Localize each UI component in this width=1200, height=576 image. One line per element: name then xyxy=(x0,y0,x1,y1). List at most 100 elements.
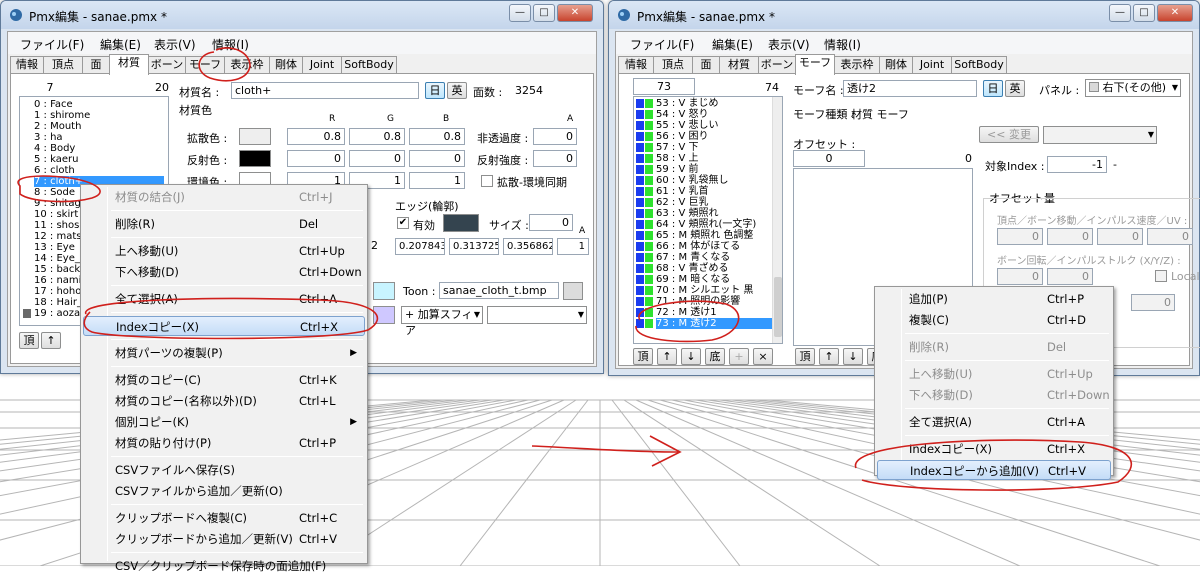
tab-4[interactable]: ボーン xyxy=(148,56,186,74)
menu-item[interactable]: クリップボードから追加／更新(V) Ctrl+V xyxy=(83,529,365,549)
japanese-name-button[interactable]: 日 xyxy=(983,80,1003,97)
menu-item[interactable]: 下へ移動(D) Ctrl+Down xyxy=(877,385,1111,405)
target-index-input[interactable]: -1 xyxy=(1047,156,1107,173)
tab-7[interactable]: 剛体 xyxy=(879,56,913,74)
offset-nav-up-button[interactable]: ↑ xyxy=(819,348,839,365)
menu-item[interactable]: 上へ移動(U) Ctrl+Up xyxy=(877,364,1111,384)
list-item[interactable]: 60 : V 乳袋無し xyxy=(656,175,772,186)
list-item[interactable]: 3 : ha xyxy=(34,132,164,143)
menu-item[interactable]: 全て選択(A) Ctrl+A xyxy=(83,289,365,309)
list-item[interactable]: 59 : V 前 xyxy=(656,164,772,175)
english-name-button[interactable]: 英 xyxy=(1005,80,1025,97)
rotation-x[interactable]: 0 xyxy=(997,268,1043,285)
offset-nav-down-button[interactable]: ↓ xyxy=(843,348,863,365)
local-checkbox[interactable] xyxy=(1155,270,1167,282)
menu-item[interactable]: Indexコピーから追加(V) Ctrl+V xyxy=(877,460,1111,480)
change-type-button[interactable]: << 変更 xyxy=(979,126,1039,143)
list-scrollbar[interactable] xyxy=(772,97,782,343)
list-item[interactable]: 53 : V まじめ xyxy=(656,98,772,109)
menu-item[interactable]: 材質の貼り付け(P) Ctrl+P xyxy=(83,433,365,453)
tab-7[interactable]: 剛体 xyxy=(269,56,303,74)
tab-8[interactable]: Joint xyxy=(302,56,342,74)
morph-index-field[interactable]: 73 xyxy=(633,78,695,95)
type-select[interactable]: ▼ xyxy=(1043,126,1157,144)
close-button[interactable]: ✕ xyxy=(1157,4,1193,22)
offset-nav-top-button[interactable]: 頂 xyxy=(795,348,815,365)
menu-item[interactable]: CSVファイルから追加／更新(O) xyxy=(83,481,365,501)
tab-3[interactable]: 材質 xyxy=(719,56,759,74)
edge-color-box[interactable] xyxy=(443,214,479,232)
list-item[interactable]: 2 : Mouth xyxy=(34,121,164,132)
list-item[interactable]: 66 : M 体がほてる xyxy=(656,241,772,252)
list-item[interactable]: 64 : V 頬照れ(一文字) xyxy=(656,219,772,230)
sphere-file-select[interactable]: ▼ xyxy=(487,306,587,324)
menu-edit[interactable]: 編集(E) xyxy=(712,36,753,53)
edge-size-input[interactable]: 0 xyxy=(529,214,573,231)
material-name-input[interactable]: cloth+ xyxy=(231,82,419,99)
list-item[interactable]: 58 : V 上 xyxy=(656,153,772,164)
nav-top-button[interactable]: 頂 xyxy=(633,348,653,365)
extra-value-field[interactable]: 0 xyxy=(1131,294,1175,311)
menu-item[interactable]: Indexコピー(X) Ctrl+X xyxy=(877,439,1111,459)
specular-r[interactable]: 0 xyxy=(287,150,345,167)
nav-up-button[interactable]: ↑ xyxy=(657,348,677,365)
specular-color-box[interactable] xyxy=(239,150,271,167)
opacity-input[interactable]: 0 xyxy=(533,128,577,145)
offset-index-field[interactable]: 0 xyxy=(793,150,865,167)
edge-b[interactable]: 0.356862 xyxy=(503,238,553,255)
list-item[interactable]: 4 : Body xyxy=(34,143,164,154)
menu-item[interactable]: Indexコピー(X) Ctrl+X xyxy=(83,316,365,336)
list-item[interactable]: 1 : shirome xyxy=(34,110,164,121)
nav-bottom-button[interactable]: 底 xyxy=(705,348,725,365)
tab-0[interactable]: 情報 xyxy=(618,56,654,74)
japanese-name-button[interactable]: 日 xyxy=(425,82,445,99)
sphere-mode-select[interactable]: + 加算スフィア ▼ xyxy=(401,306,483,337)
menu-item[interactable]: CSV／クリップボード保存時の面追加(F) xyxy=(83,556,365,576)
menu-file[interactable]: ファイル(F) xyxy=(20,36,84,53)
list-item[interactable]: 68 : V 青ざめる xyxy=(656,263,772,274)
left-titlebar[interactable]: Pmx編集 - sanae.pmx * — □ ✕ xyxy=(1,1,603,29)
tab-5[interactable]: モーフ xyxy=(185,56,225,74)
diffuse-b[interactable]: 0.8 xyxy=(409,128,465,145)
morph-list[interactable]: 53 : V まじめ 54 : V 怒り 55 : V 悲しい 56 : V 困り 57… xyxy=(633,96,783,344)
specular-g[interactable]: 0 xyxy=(349,150,405,167)
tab-6[interactable]: 表示枠 xyxy=(224,56,270,74)
vertex-x[interactable]: 0 xyxy=(997,228,1043,245)
material-index-field[interactable]: 7 xyxy=(19,80,81,97)
toon-color-box[interactable] xyxy=(373,282,395,300)
close-button[interactable]: ✕ xyxy=(557,4,593,22)
tab-9[interactable]: SoftBody xyxy=(951,56,1007,74)
tab-2[interactable]: 面 xyxy=(692,56,720,74)
tab-2[interactable]: 面 xyxy=(82,56,110,74)
menu-item[interactable]: 削除(R) Del xyxy=(83,214,365,234)
list-item[interactable]: 67 : M 青くなる xyxy=(656,252,772,263)
nav-add-button[interactable]: + xyxy=(729,348,749,365)
nav-up-button[interactable]: ↑ xyxy=(41,332,61,349)
sync-checkbox[interactable] xyxy=(481,175,493,187)
list-item[interactable]: 71 : M 照明の影響 xyxy=(656,296,772,307)
vertex-y[interactable]: 0 xyxy=(1047,228,1093,245)
tab-1[interactable]: 頂点 xyxy=(43,56,83,74)
menu-item[interactable]: 材質の結合(J) Ctrl+J xyxy=(83,187,365,207)
menu-file[interactable]: ファイル(F) xyxy=(630,36,694,53)
tab-9[interactable]: SoftBody xyxy=(341,56,397,74)
minimize-button[interactable]: — xyxy=(1109,4,1131,22)
edge-r[interactable]: 0.207843 xyxy=(395,238,445,255)
list-item[interactable]: 54 : V 怒り xyxy=(656,109,772,120)
right-titlebar[interactable]: Pmx編集 - sanae.pmx * — □ ✕ xyxy=(609,1,1199,29)
menu-item[interactable]: 追加(P) Ctrl+P xyxy=(877,289,1111,309)
list-item[interactable]: 0 : Face xyxy=(34,99,164,110)
menu-info[interactable]: 情報(I) xyxy=(212,36,249,53)
tab-1[interactable]: 頂点 xyxy=(653,56,693,74)
panel-select[interactable]: 右下(その他) ▼ xyxy=(1085,79,1181,97)
menu-item[interactable]: 材質パーツの複製(P) ▶ xyxy=(83,343,365,363)
list-item[interactable]: 57 : V 下 xyxy=(656,142,772,153)
menu-item[interactable]: 上へ移動(U) Ctrl+Up xyxy=(83,241,365,261)
diffuse-r[interactable]: 0.8 xyxy=(287,128,345,145)
specular-b[interactable]: 0 xyxy=(409,150,465,167)
list-item[interactable]: 61 : V 乳首 xyxy=(656,186,772,197)
vertex-w[interactable]: 0 xyxy=(1147,228,1193,245)
menu-edit[interactable]: 編集(E) xyxy=(100,36,141,53)
reflect-input[interactable]: 0 xyxy=(533,150,577,167)
toon-file-input[interactable]: sanae_cloth_t.bmp xyxy=(439,282,559,299)
